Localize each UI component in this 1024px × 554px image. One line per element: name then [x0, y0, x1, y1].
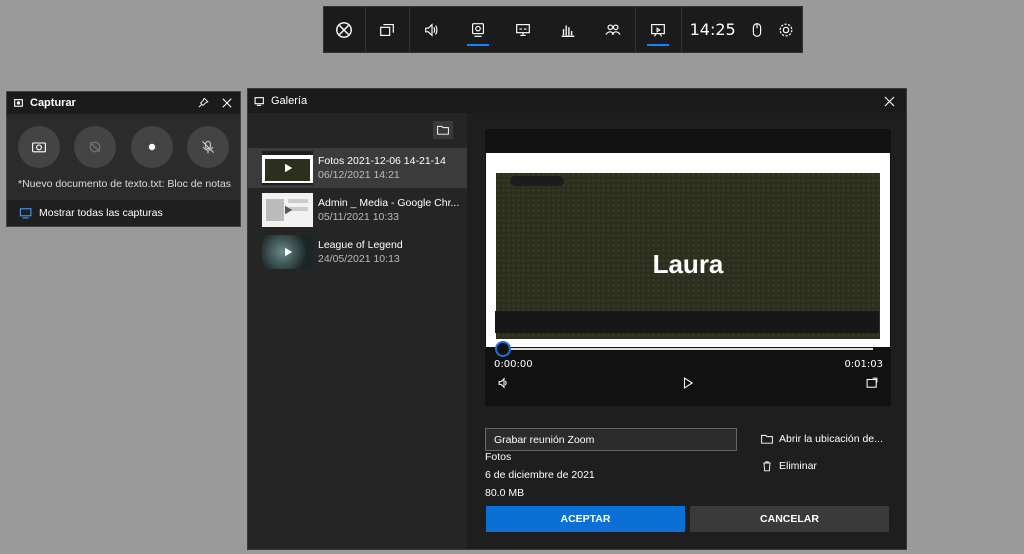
zoom-toolbar — [495, 311, 879, 333]
performance-button[interactable] — [501, 7, 546, 52]
participant-name: Laura — [652, 249, 724, 279]
game-bar: 14:25 — [323, 6, 803, 53]
cancel-button[interactable]: CANCELAR — [690, 506, 889, 532]
seek-bar[interactable] — [503, 348, 873, 350]
gallery-icon — [254, 96, 264, 106]
recent-capture-label[interactable]: *Nuevo documento de texto.txt: Bloc de n… — [7, 168, 240, 190]
thumbnail — [262, 151, 313, 185]
close-icon — [222, 98, 232, 108]
people-icon — [604, 23, 621, 35]
app-name: Fotos — [485, 451, 512, 463]
thumbnail — [262, 193, 313, 227]
record-last-icon — [90, 141, 101, 153]
fullscreen-icon[interactable] — [865, 376, 879, 390]
open-location-label: Abrir la ubicación de... — [779, 433, 883, 445]
gear-icon — [780, 23, 793, 36]
play-icon — [284, 247, 292, 257]
gallery-list: Fotos 2021-12-06 14-21-14 06/12/2021 14:… — [248, 113, 467, 549]
audio-button[interactable] — [410, 7, 455, 52]
time-elapsed: 0:00:00 — [494, 359, 533, 370]
resources-button[interactable] — [546, 7, 591, 52]
item-name: Fotos 2021-12-06 14-21-14 — [318, 155, 446, 167]
item-date: 05/11/2021 10:33 — [318, 211, 399, 223]
video-preview[interactable]: Laura 0:00:00 0:01:03 — [485, 129, 891, 406]
close-icon — [884, 96, 894, 106]
gallery-title: Galería — [271, 95, 308, 107]
item-name: League of Legend — [318, 239, 403, 251]
capture-icon — [14, 98, 23, 107]
thumbnail — [262, 235, 313, 269]
title-input[interactable] — [485, 428, 737, 451]
capture-button[interactable] — [454, 7, 501, 52]
accept-button[interactable]: ACEPTAR — [486, 506, 685, 532]
close-capture-button[interactable] — [220, 96, 234, 110]
folder-icon — [437, 125, 449, 135]
record-icon — [148, 143, 155, 151]
item-date: 24/05/2021 10:13 — [318, 253, 400, 265]
capture-title: Capturar — [30, 97, 76, 109]
record-last-button[interactable] — [74, 126, 117, 168]
volume-icon[interactable] — [497, 376, 511, 390]
file-size: 80.0 MB — [485, 487, 525, 499]
item-name: Admin _ Media - Google Chr... — [318, 197, 460, 209]
time-total: 0:01:03 — [844, 359, 883, 370]
social-button[interactable] — [590, 7, 635, 52]
gallery-item[interactable]: League of Legend 24/05/2021 10:13 — [248, 232, 467, 272]
pin-icon — [198, 97, 209, 108]
mic-off-icon — [201, 140, 214, 154]
capture-icon — [471, 22, 484, 37]
clock: 14:25 — [689, 20, 736, 39]
capture-header: Capturar — [7, 92, 240, 114]
xbox-icon — [336, 21, 353, 38]
monitor-icon — [516, 23, 531, 36]
screenshot-button[interactable] — [18, 126, 61, 168]
close-gallery-button[interactable] — [882, 94, 896, 108]
capture-widget: Capturar *Nuevo documento de texto.txt: … — [6, 91, 241, 227]
gallery-item[interactable]: Fotos 2021-12-06 14-21-14 06/12/2021 14:… — [248, 148, 467, 188]
mouse-button[interactable] — [744, 7, 771, 52]
start-recording-button[interactable] — [130, 126, 173, 168]
widget-menu-icon — [380, 23, 395, 36]
seek-handle[interactable] — [495, 341, 511, 357]
camera-icon — [32, 142, 47, 153]
play-icon — [284, 205, 292, 215]
trash-icon — [763, 461, 771, 472]
play-icon — [284, 163, 292, 173]
widget-menu-button[interactable] — [366, 7, 409, 52]
gallery-window: Galería Fotos 2021-12-06 14-21-14 06/12/… — [247, 88, 907, 550]
gallery-icon — [651, 23, 666, 37]
gallery-button[interactable] — [636, 7, 681, 52]
settings-button[interactable] — [771, 7, 802, 52]
show-all-label: Mostrar todas las capturas — [39, 207, 163, 219]
gallery-icon — [19, 208, 32, 219]
bar-chart-icon — [561, 25, 575, 37]
delete-link[interactable]: Eliminar — [761, 460, 817, 472]
mouse-icon — [753, 22, 762, 37]
microphone-button[interactable] — [186, 126, 229, 168]
item-date: 06/12/2021 14:21 — [318, 169, 400, 181]
open-location-link[interactable]: Abrir la ubicación de... — [761, 433, 883, 445]
folder-icon — [761, 434, 773, 444]
open-folder-button[interactable] — [433, 121, 453, 139]
gallery-header: Galería — [248, 89, 906, 113]
pin-button[interactable] — [196, 96, 210, 110]
gallery-item[interactable]: Admin _ Media - Google Chr... 05/11/2021… — [248, 190, 467, 230]
show-all-captures-link[interactable]: Mostrar todas las capturas — [7, 200, 240, 226]
play-icon[interactable] — [681, 376, 695, 390]
capture-date: 6 de diciembre de 2021 — [485, 469, 595, 481]
speaker-icon — [424, 22, 438, 37]
xbox-button[interactable] — [324, 7, 365, 52]
delete-label: Eliminar — [779, 460, 817, 472]
